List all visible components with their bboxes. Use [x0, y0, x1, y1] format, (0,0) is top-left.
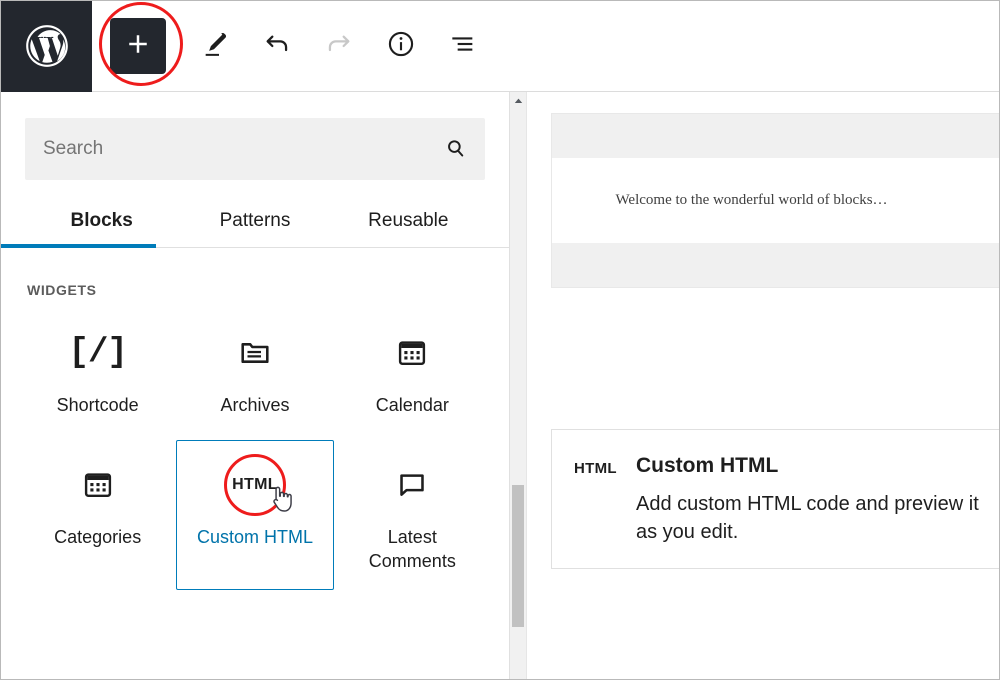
inserter-tabs: Blocks Patterns Reusable	[1, 202, 509, 248]
document-sheet: Welcome to the wonderful world of blocks…	[551, 113, 999, 288]
wordpress-logo-button[interactable]	[1, 1, 92, 92]
tab-reusable[interactable]: Reusable	[332, 202, 485, 248]
block-item-shortcode[interactable]: [/] Shortcode	[19, 308, 176, 438]
inserter-search-row	[1, 92, 509, 180]
html-icon: HTML	[181, 454, 328, 516]
html-glyph: HTML	[232, 476, 278, 493]
categories-icon	[24, 461, 171, 509]
search-box[interactable]	[25, 118, 485, 180]
shortcode-icon: [/]	[24, 329, 171, 377]
block-item-calendar[interactable]: Calendar	[334, 308, 491, 438]
preview-body: Custom HTML Add custom HTML code and pre…	[636, 454, 998, 546]
shortcode-glyph: [/]	[68, 334, 128, 372]
details-info-button[interactable]	[370, 1, 432, 92]
wordpress-block-editor: Blocks Patterns Reusable WIDGETS [/] Sho…	[0, 0, 1000, 680]
scroll-up-arrow-icon[interactable]	[510, 92, 526, 109]
preview-description: Add custom HTML code and preview it as y…	[636, 493, 979, 543]
block-item-latest-comments[interactable]: Latest Comments	[334, 440, 491, 590]
add-block-button[interactable]	[110, 18, 166, 74]
section-title-widgets: WIDGETS	[27, 282, 97, 298]
welcome-paragraph-block[interactable]: Welcome to the wonderful world of blocks…	[552, 158, 999, 243]
edit-mode-button[interactable]	[184, 1, 246, 92]
block-inserter-panel: Blocks Patterns Reusable WIDGETS [/] Sho…	[1, 92, 510, 679]
block-type-grid: [/] Shortcode Archives Calendar Categori…	[1, 298, 509, 590]
toolbar-button-group	[92, 1, 494, 92]
editor-toolbar	[1, 1, 999, 92]
redo-icon	[323, 28, 355, 65]
welcome-text: Welcome to the wonderful world of blocks…	[615, 192, 888, 208]
preview-title: Custom HTML	[636, 454, 779, 477]
block-inserter-wrapper	[92, 1, 184, 92]
scrollbar-thumb[interactable]	[512, 485, 524, 627]
undo-button[interactable]	[246, 1, 308, 92]
calendar-icon	[339, 329, 486, 377]
block-item-label: Custom HTML	[196, 527, 313, 547]
list-view-button[interactable]	[432, 1, 494, 92]
wordpress-logo-icon	[22, 21, 72, 71]
block-item-categories[interactable]: Categories	[19, 440, 176, 590]
html-glyph: HTML	[574, 460, 617, 477]
search-icon[interactable]	[443, 136, 469, 162]
search-input[interactable]	[25, 118, 485, 180]
block-item-archives[interactable]: Archives	[176, 308, 333, 438]
block-item-label: Latest Comments	[368, 527, 456, 571]
placeholder-band-top	[552, 114, 999, 158]
tab-blocks[interactable]: Blocks	[25, 202, 178, 248]
undo-icon	[261, 28, 293, 65]
block-item-custom-html[interactable]: HTML Custom HTML	[176, 440, 334, 590]
block-item-label: Archives	[220, 395, 290, 415]
block-item-label: Categories	[54, 527, 142, 547]
editor-body: Blocks Patterns Reusable WIDGETS [/] Sho…	[1, 92, 999, 679]
block-item-label: Calendar	[375, 395, 449, 415]
list-view-icon	[447, 28, 479, 65]
archives-folder-icon	[181, 329, 328, 377]
redo-button[interactable]	[308, 1, 370, 92]
info-circle-icon	[385, 28, 417, 65]
inserter-scrollbar[interactable]	[510, 92, 527, 679]
active-tab-indicator	[1, 244, 156, 248]
editor-canvas: Welcome to the wonderful world of blocks…	[528, 92, 999, 679]
plus-icon	[123, 29, 153, 64]
comment-bubble-icon	[339, 461, 486, 509]
pencil-icon	[199, 28, 231, 65]
block-item-label: Shortcode	[56, 395, 139, 415]
block-preview-popover: HTML Custom HTML Add custom HTML code an…	[551, 429, 999, 569]
tab-patterns[interactable]: Patterns	[178, 202, 331, 248]
preview-html-icon: HTML	[574, 454, 636, 546]
placeholder-band-bottom	[552, 243, 999, 287]
